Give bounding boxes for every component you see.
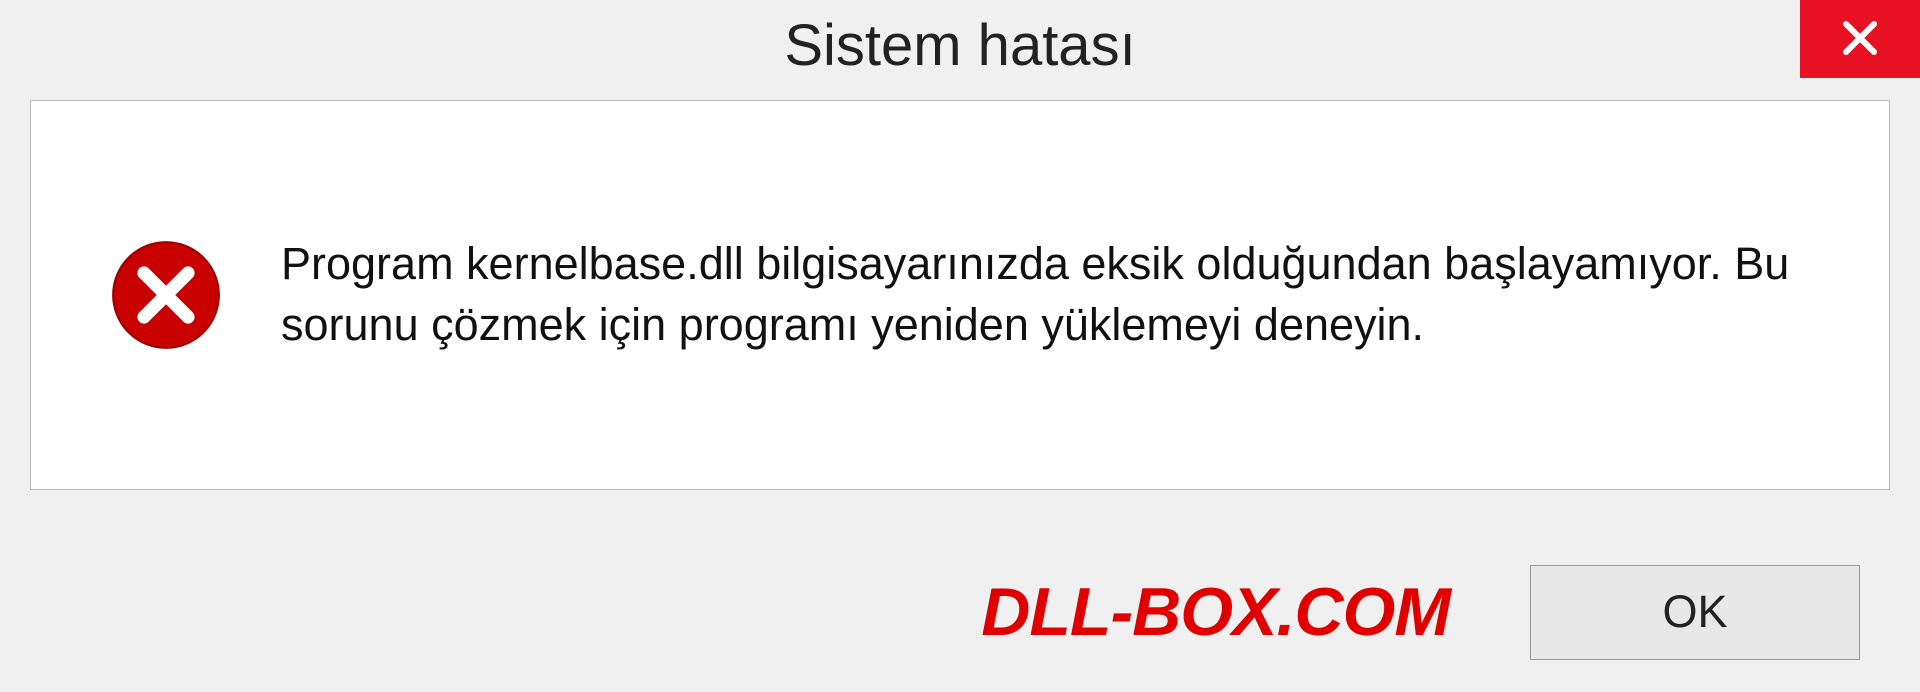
content-area: Program kernelbase.dll bilgisayarınızda … (30, 100, 1890, 490)
dialog-title: Sistem hatası (784, 12, 1135, 79)
close-icon (1840, 18, 1880, 61)
error-icon (111, 240, 221, 350)
footer: DLL-BOX.COM OK (0, 532, 1920, 692)
watermark-text: DLL-BOX.COM (981, 573, 1450, 651)
error-message: Program kernelbase.dll bilgisayarınızda … (281, 234, 1809, 356)
ok-button[interactable]: OK (1530, 565, 1860, 660)
titlebar: Sistem hatası (0, 0, 1920, 90)
error-dialog: Sistem hatası Program kernelbase.dll bil… (0, 0, 1920, 692)
close-button[interactable] (1800, 0, 1920, 78)
